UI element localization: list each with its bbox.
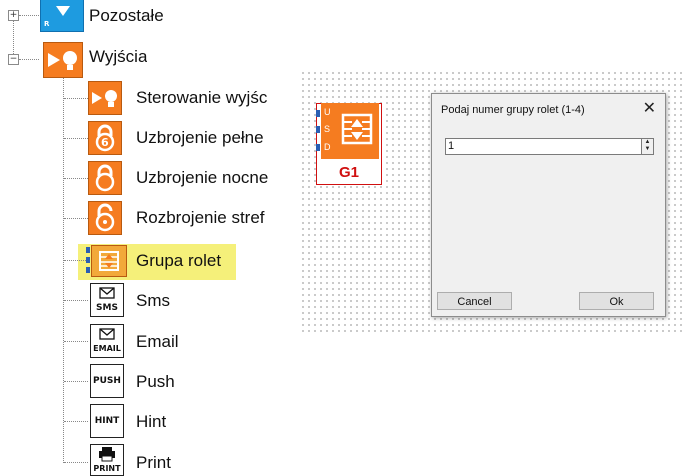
tree-item-output-control[interactable]: Sterowanie wyjśc: [136, 88, 284, 108]
shutter-group-block[interactable]: U S D G1: [316, 103, 382, 185]
tree-connector: [64, 341, 88, 342]
hint-tag: HINT: [94, 416, 120, 426]
shutter-icon: [91, 245, 127, 277]
tree-connector: [63, 78, 64, 463]
pin-label-d: D: [324, 142, 331, 152]
tree-item-night-arm[interactable]: Uzbrojenie nocne: [136, 168, 284, 188]
pin-u: [86, 247, 90, 253]
tree-item-full-arm[interactable]: Uzbrojenie pełne: [136, 128, 284, 148]
close-icon[interactable]: ✕: [643, 98, 656, 117]
tree-connector: [19, 15, 39, 16]
tree-connector: [64, 300, 88, 301]
spin-down-icon[interactable]: ▼: [642, 146, 653, 153]
other-icon: R: [40, 0, 84, 32]
tree-item-hint[interactable]: Hint: [136, 412, 166, 432]
pin-label-s: S: [324, 124, 331, 134]
tree-item-outputs[interactable]: Wyjścia: [89, 47, 147, 67]
tree-connector: [13, 21, 14, 54]
tree-connector: [64, 421, 88, 422]
group-number-dialog: Podaj numer grupy rolet (1-4) ✕ 1 ▲ ▼ Ca…: [431, 93, 666, 317]
dialog-title: Podaj numer grupy rolet (1-4): [441, 104, 585, 116]
push-tag: PUSH: [93, 376, 121, 386]
pin-s: [86, 257, 90, 263]
collapse-toggle[interactable]: −: [8, 54, 19, 65]
spin-up-icon[interactable]: ▲: [642, 139, 653, 146]
tree-item-shutter-group[interactable]: Grupa rolet: [136, 251, 221, 271]
svg-text:R: R: [44, 20, 50, 28]
svg-text:6: 6: [101, 136, 109, 149]
ok-button[interactable]: Ok: [579, 292, 654, 310]
email-icon: EMAIL: [90, 324, 124, 358]
push-icon: PUSH: [90, 364, 124, 398]
tree-connector: [64, 218, 88, 219]
sms-tag: SMS: [96, 303, 118, 313]
email-tag: EMAIL: [93, 344, 121, 353]
tree-item-other[interactable]: Pozostałe: [89, 6, 164, 26]
unlock-icon: [88, 201, 122, 235]
block-pin-s[interactable]: [316, 126, 320, 133]
tree-item-sms[interactable]: Sms: [136, 291, 170, 311]
cancel-button[interactable]: Cancel: [437, 292, 512, 310]
pin-label-u: U: [324, 107, 331, 117]
print-tag: PRINT: [93, 464, 121, 473]
hint-icon: HINT: [90, 404, 124, 438]
sms-icon: SMS: [90, 283, 124, 317]
tree-item-push[interactable]: Push: [136, 372, 175, 392]
lock-icon: 6: [88, 121, 122, 155]
output-bulb-icon: [88, 81, 122, 115]
tree-item-disarm-zones[interactable]: Rozbrojenie stref: [136, 208, 284, 228]
outputs-group-icon: [43, 42, 83, 78]
lock-icon: [88, 161, 122, 195]
tree-connector: [64, 98, 88, 99]
tree-item-print[interactable]: Print: [136, 453, 171, 473]
block-pin-u[interactable]: [316, 110, 320, 117]
tree-connector: [19, 59, 39, 60]
group-number-input[interactable]: 1: [445, 138, 644, 155]
block-pin-d[interactable]: [316, 144, 320, 151]
block-label: G1: [338, 164, 359, 181]
tree-connector: [64, 462, 88, 463]
tree-connector: [64, 260, 88, 261]
pin-d: [86, 267, 90, 273]
tree-connector: [64, 381, 88, 382]
shutter-icon: [341, 113, 373, 145]
tree-connector: [64, 138, 88, 139]
tree-connector: [64, 178, 88, 179]
tree-item-email[interactable]: Email: [136, 332, 179, 352]
print-icon: PRINT: [90, 444, 124, 476]
expand-toggle[interactable]: +: [8, 10, 19, 21]
number-spinner[interactable]: ▲ ▼: [641, 138, 654, 155]
